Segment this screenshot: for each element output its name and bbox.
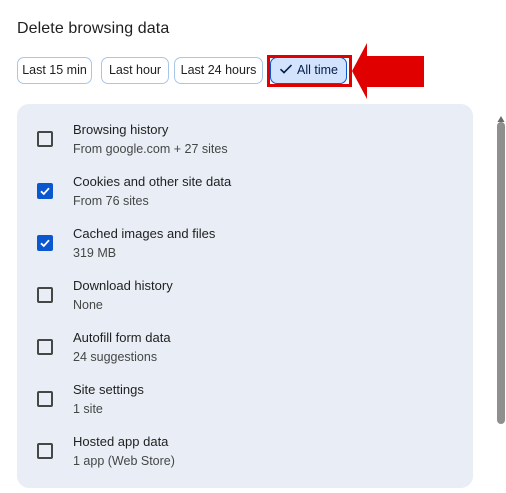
list-item-browsing-history[interactable]: Browsing history From google.com + 27 si… <box>17 122 473 174</box>
checkmark-icon <box>40 187 50 196</box>
chip-last-24-hours[interactable]: Last 24 hours <box>174 57 263 84</box>
list-item-cached-images[interactable]: Cached images and files 319 MB <box>17 226 473 278</box>
checkmark-icon <box>40 239 50 248</box>
chip-label: Last 15 min <box>22 63 87 77</box>
chip-all-time[interactable]: All time <box>270 57 347 84</box>
item-label: Download history <box>73 278 173 293</box>
chip-last-hour[interactable]: Last hour <box>101 57 169 84</box>
list-item-hosted-app-data[interactable]: Hosted app data 1 app (Web Store) <box>17 434 473 486</box>
dialog-title: Delete browsing data <box>17 20 170 37</box>
item-sublabel: 1 app (Web Store) <box>73 454 175 468</box>
list-item-site-settings[interactable]: Site settings 1 site <box>17 382 473 434</box>
checkbox-download-history[interactable] <box>37 287 53 303</box>
item-label: Autofill form data <box>73 330 171 345</box>
checkbox-cached-images[interactable] <box>37 235 53 251</box>
item-label: Cached images and files <box>73 226 216 241</box>
item-sublabel: From 76 sites <box>73 194 149 208</box>
item-sublabel: None <box>73 298 103 312</box>
delete-browsing-data-dialog: Delete browsing data Last 15 min Last ho… <box>0 0 506 493</box>
checkbox-browsing-history[interactable] <box>37 131 53 147</box>
chip-label: Last 24 hours <box>180 63 257 77</box>
chip-label: All time <box>297 63 338 77</box>
list-item-download-history[interactable]: Download history None <box>17 278 473 330</box>
data-types-card: Browsing history From google.com + 27 si… <box>17 104 473 488</box>
item-label: Browsing history <box>73 122 169 137</box>
item-label: Hosted app data <box>73 434 169 449</box>
item-sublabel: 319 MB <box>73 246 117 260</box>
item-label: Site settings <box>73 382 144 397</box>
red-arrow-icon <box>352 43 424 99</box>
checkbox-hosted-app-data[interactable] <box>37 443 53 459</box>
item-sublabel: 24 suggestions <box>73 350 158 364</box>
checkbox-site-settings[interactable] <box>37 391 53 407</box>
scroll-up-arrow-icon[interactable] <box>497 110 505 122</box>
list-item-cookies[interactable]: Cookies and other site data From 76 site… <box>17 174 473 226</box>
item-sublabel: 1 site <box>73 402 103 416</box>
chip-last-15-min[interactable]: Last 15 min <box>17 57 92 84</box>
chip-label: Last hour <box>108 63 162 77</box>
item-label: Cookies and other site data <box>73 174 232 189</box>
scrollbar-thumb[interactable] <box>497 122 505 424</box>
checkbox-autofill[interactable] <box>37 339 53 355</box>
list-item-autofill[interactable]: Autofill form data 24 suggestions <box>17 330 473 382</box>
item-sublabel: From google.com + 27 sites <box>73 142 228 156</box>
checkmark-icon <box>279 59 293 74</box>
checkbox-cookies[interactable] <box>37 183 53 199</box>
